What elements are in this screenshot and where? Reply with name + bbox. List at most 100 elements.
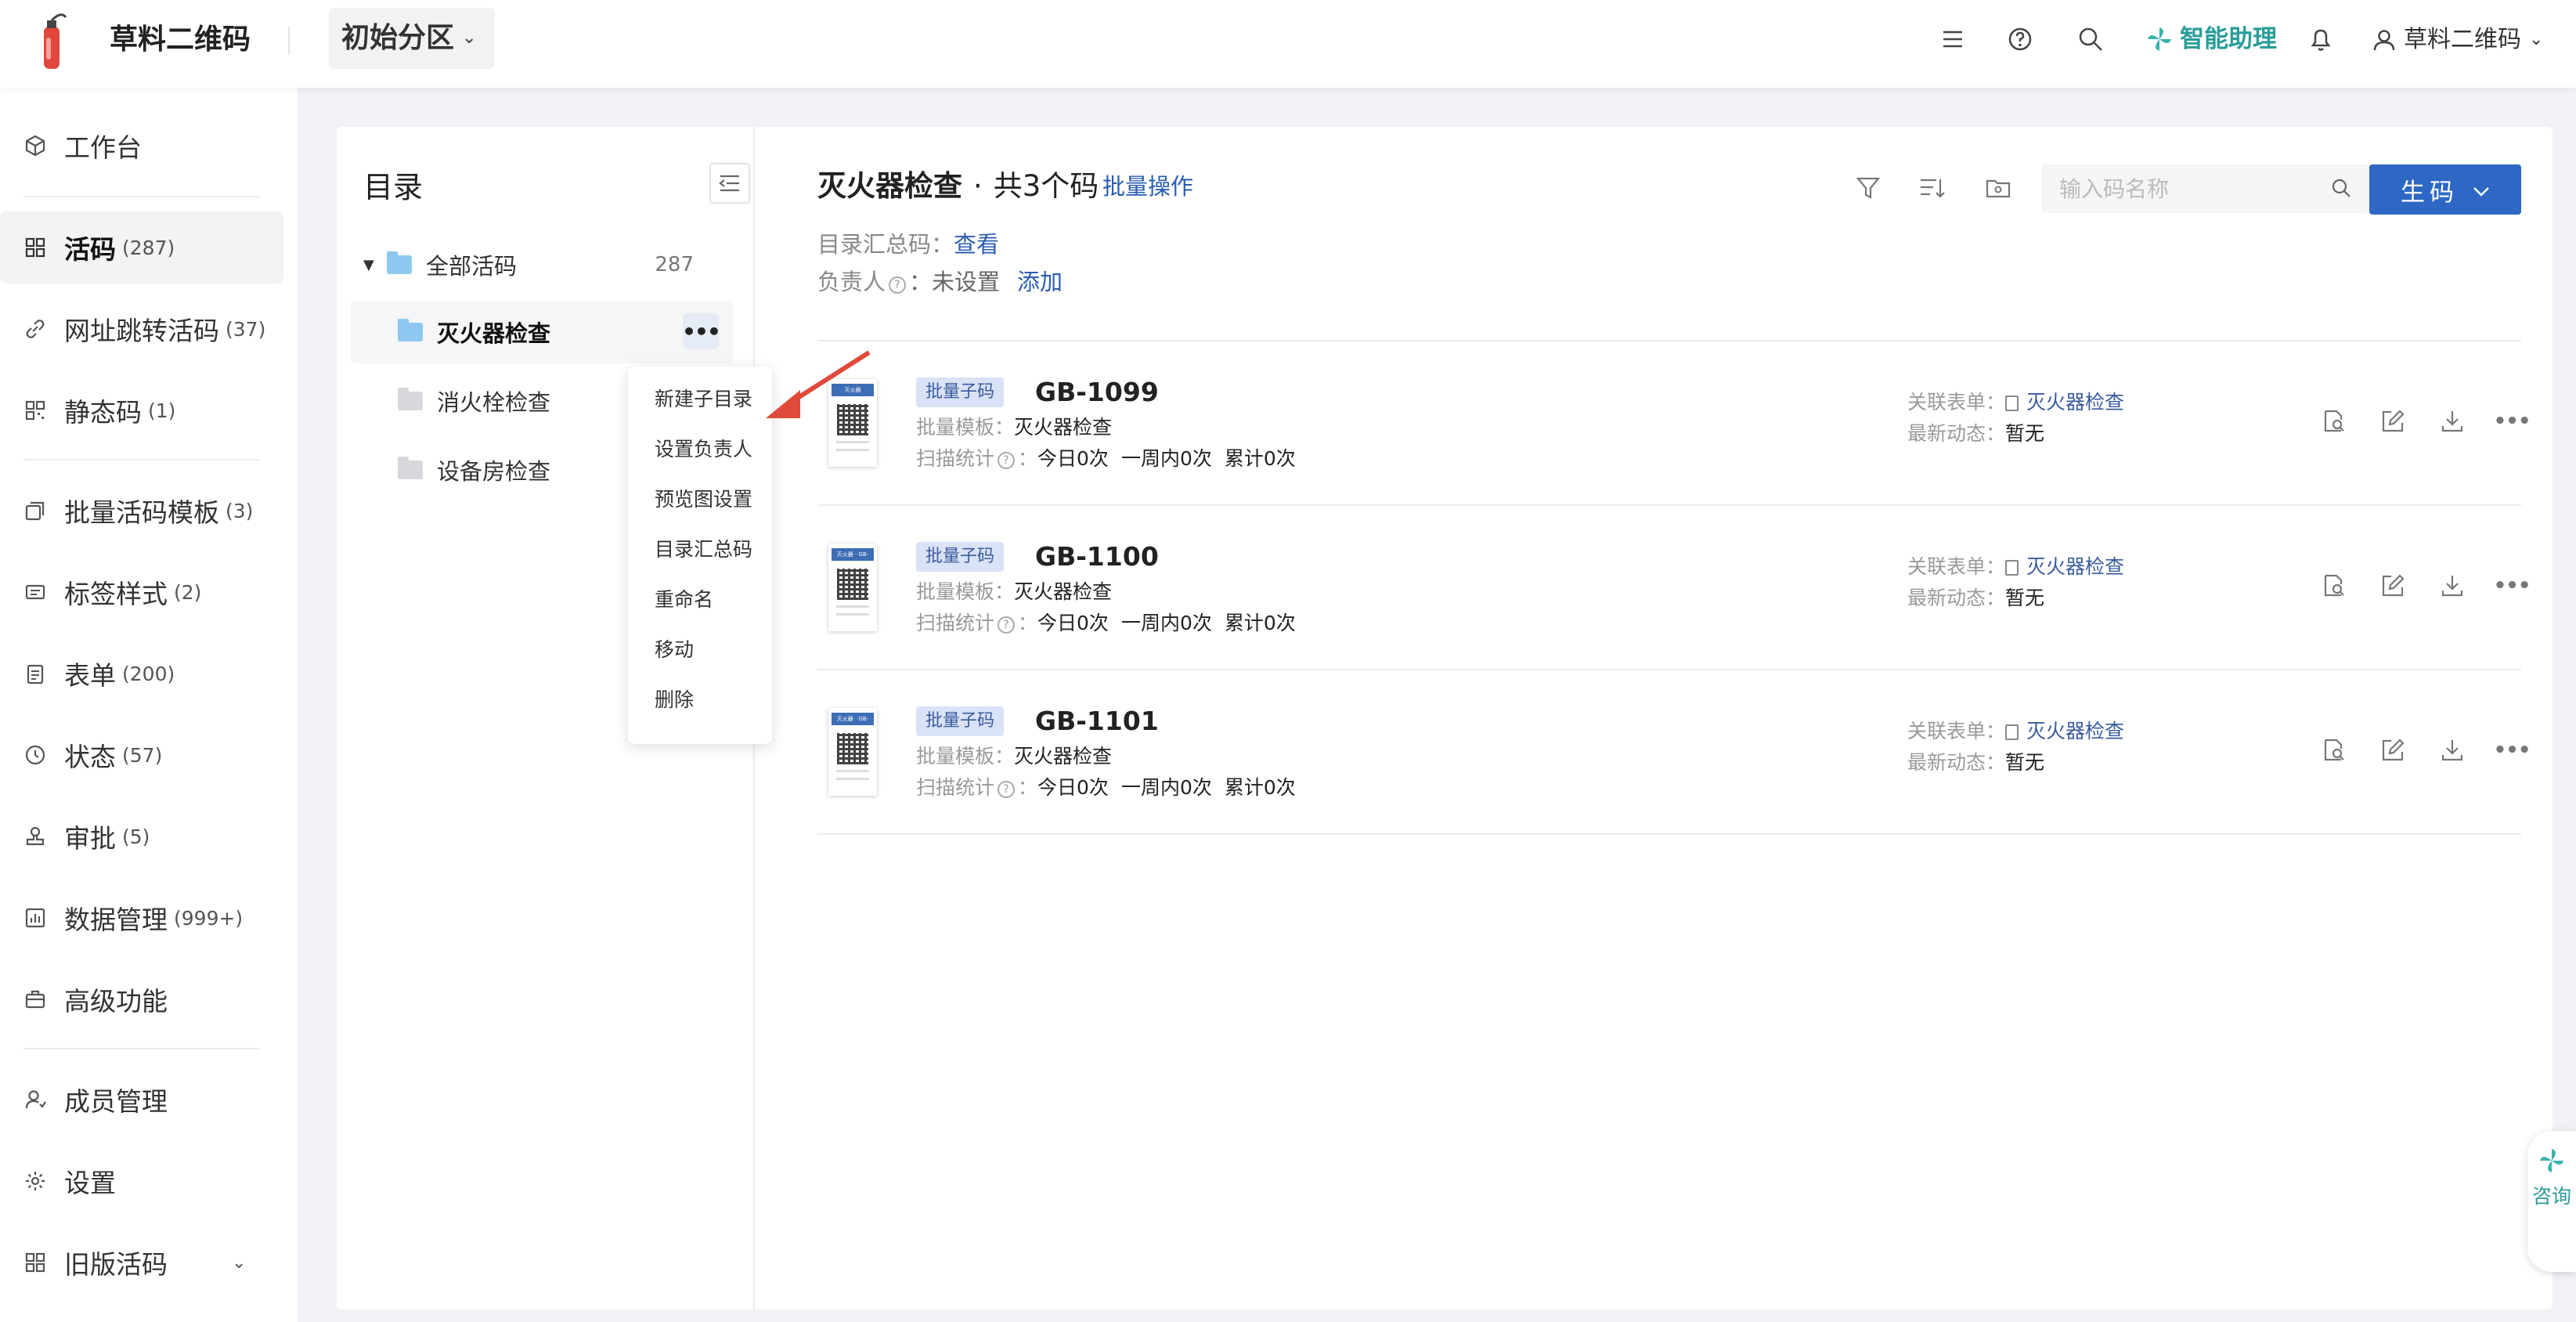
edit-icon[interactable]	[2379, 736, 2407, 764]
menu-item-move[interactable]: 移动	[628, 625, 772, 675]
chevron-down-icon	[2473, 175, 2490, 204]
code-thumbnail[interactable]: 灭火器 · GB-1100	[828, 544, 877, 631]
filter-icon[interactable]	[1853, 172, 1884, 204]
sidebar-item-settings[interactable]: 设置	[0, 1145, 283, 1217]
code-list-item[interactable]: 灭火器 批量子码 GB-1099 批量模板：灭火器检查 扫描统计? ：今日0次 一周…	[817, 341, 2531, 504]
sidebar-item-legacy-code[interactable]: 旧版活码 ⌄	[0, 1226, 283, 1299]
sidebar-item-batch-template[interactable]: 批量活码模板 (3)	[0, 475, 283, 547]
sidebar-item-approval[interactable]: 审批 (5)	[0, 800, 283, 872]
sidebar: 工作台 活码 (287) 网址跳转活码 (37) 静态码 (1) 批量活码模板 …	[0, 88, 298, 1322]
code-name[interactable]: GB-1100	[1035, 537, 1159, 576]
smart-assistant-button[interactable]: 智能助理	[2145, 20, 2277, 58]
sidebar-item-label: 静态码	[64, 397, 142, 428]
sidebar-item-form[interactable]: 表单 (200)	[0, 638, 283, 710]
menu-item-new-subfolder[interactable]: 新建子目录	[628, 374, 772, 424]
help-icon[interactable]: ?	[998, 781, 1016, 798]
divider	[23, 459, 260, 461]
tree-node-label: 设备房检查	[437, 458, 551, 485]
search-icon[interactable]	[2075, 23, 2106, 55]
download-icon[interactable]	[2438, 736, 2466, 764]
sidebar-item-data-management[interactable]: 数据管理 (999+)	[0, 882, 283, 954]
help-icon[interactable]: ?	[889, 276, 907, 294]
help-icon[interactable]: ?	[998, 452, 1016, 469]
menu-item-delete[interactable]: 删除	[628, 675, 772, 725]
bell-icon[interactable]	[2305, 23, 2336, 55]
linked-form-line: 关联表单： 灭火器检查	[1907, 387, 2124, 418]
user-menu[interactable]: 草料二维码 ⌄	[2372, 22, 2543, 58]
download-icon[interactable]	[2438, 407, 2466, 435]
sidebar-item-status[interactable]: 状态 (57)	[0, 719, 283, 791]
clipboard-icon	[23, 662, 47, 685]
expand-triangle-icon[interactable]: ▼	[363, 257, 387, 273]
more-icon[interactable]: •••	[2494, 736, 2531, 764]
fire-extinguisher-logo-icon[interactable]	[38, 9, 69, 72]
content-card: 目录 ▼ 全部活码 287 灭火器检查 ••• 消火栓检查 设备房检查 新建子目…	[337, 127, 2553, 1309]
linked-form-link[interactable]: 灭火器检查	[2026, 555, 2124, 578]
code-name[interactable]: GB-1101	[1035, 702, 1159, 741]
partition-selector[interactable]: 初始分区 ⌄	[329, 8, 496, 69]
sidebar-item-static-code[interactable]: 静态码 (1)	[0, 374, 283, 446]
edit-icon[interactable]	[2379, 407, 2407, 435]
sidebar-item-label: 工作台	[64, 132, 142, 163]
grid-icon	[23, 236, 47, 259]
label-icon	[23, 580, 47, 604]
view-summary-link[interactable]: 查看	[954, 231, 999, 258]
folder-settings-icon[interactable]	[1983, 172, 2014, 204]
sidebar-item-label: 审批	[64, 823, 116, 854]
scan-stats-line: 扫描统计? ：今日0次 一周内0次 累计0次	[916, 772, 1296, 804]
template-value: 灭火器检查	[1014, 745, 1113, 768]
download-icon[interactable]	[2438, 572, 2466, 600]
menu-item-preview-settings[interactable]: 预览图设置	[628, 475, 772, 525]
more-icon[interactable]: •••	[2494, 572, 2531, 600]
menu-icon[interactable]	[1937, 23, 1968, 55]
menu-item-rename[interactable]: 重命名	[628, 575, 772, 625]
user-name: 草料二维码	[2404, 26, 2521, 53]
generate-code-button[interactable]: 生码	[2369, 164, 2521, 215]
linked-form-link[interactable]: 灭火器检查	[2026, 391, 2124, 414]
tree-node-all[interactable]: ▼ 全部活码 287	[363, 233, 731, 296]
list-title: 灭火器检查 · 共3个码	[817, 164, 1099, 208]
more-icon[interactable]: •••	[2494, 407, 2531, 435]
folder-more-button[interactable]: •••	[682, 313, 721, 349]
sidebar-item-label-style[interactable]: 标签样式 (2)	[0, 556, 283, 628]
collapse-panel-button[interactable]	[709, 163, 750, 204]
summary-code-row: 目录汇总码：查看	[817, 227, 999, 262]
qr-icon	[23, 399, 47, 422]
preview-icon[interactable]	[2319, 572, 2347, 600]
help-icon[interactable]: ?	[998, 616, 1016, 634]
menu-item-summary-code[interactable]: 目录汇总码	[628, 525, 772, 575]
add-owner-link[interactable]: 添加	[1017, 269, 1063, 295]
consult-float-button[interactable]: 咨询	[2527, 1131, 2576, 1272]
thumbnail-title: 灭火器 · GB-1101	[832, 713, 874, 725]
sidebar-item-workbench[interactable]: 工作台	[0, 110, 283, 182]
search-icon[interactable]	[2330, 177, 2352, 202]
scan-today: 今日0次	[1037, 612, 1109, 634]
preview-icon[interactable]	[2319, 736, 2347, 764]
code-list-item[interactable]: 灭火器 · GB-1100 批量子码 GB-1100 批量模板：灭火器检查 扫描…	[817, 506, 2531, 669]
sidebar-item-url-redirect[interactable]: 网址跳转活码 (37)	[0, 293, 283, 365]
batch-operation-link[interactable]: 批量操作	[1102, 169, 1193, 204]
code-list-item[interactable]: 灭火器 · GB-1101 批量子码 GB-1101 批量模板：灭火器检查 扫描…	[817, 670, 2531, 833]
brand-name[interactable]: 草料二维码	[110, 20, 251, 60]
code-thumbnail[interactable]: 灭火器 · GB-1101	[828, 708, 877, 796]
tree-node-folder[interactable]: 灭火器检查	[351, 301, 733, 363]
scan-total: 累计0次	[1224, 612, 1296, 634]
code-name[interactable]: GB-1099	[1035, 373, 1159, 412]
sort-icon[interactable]	[1917, 172, 1948, 204]
user-icon	[2373, 30, 2395, 51]
code-search-input[interactable]	[2059, 175, 2318, 202]
briefcase-icon	[23, 988, 47, 1011]
sidebar-item-members[interactable]: 成员管理	[0, 1064, 283, 1136]
help-icon[interactable]	[2004, 23, 2036, 55]
sidebar-item-advanced[interactable]: 高级功能	[0, 963, 283, 1035]
form-icon	[2005, 396, 2019, 411]
linked-form-link[interactable]: 灭火器检查	[2026, 720, 2124, 742]
folder-icon	[387, 251, 412, 274]
preview-icon[interactable]	[2319, 407, 2347, 435]
menu-item-set-owner[interactable]: 设置负责人	[628, 424, 772, 475]
edit-icon[interactable]	[2379, 572, 2407, 600]
more-icon: •••	[682, 318, 721, 345]
tree-node-label: 全部活码	[426, 253, 518, 280]
directory-title: 目录	[363, 170, 424, 204]
sidebar-item-live-code[interactable]: 活码 (287)	[0, 211, 283, 284]
